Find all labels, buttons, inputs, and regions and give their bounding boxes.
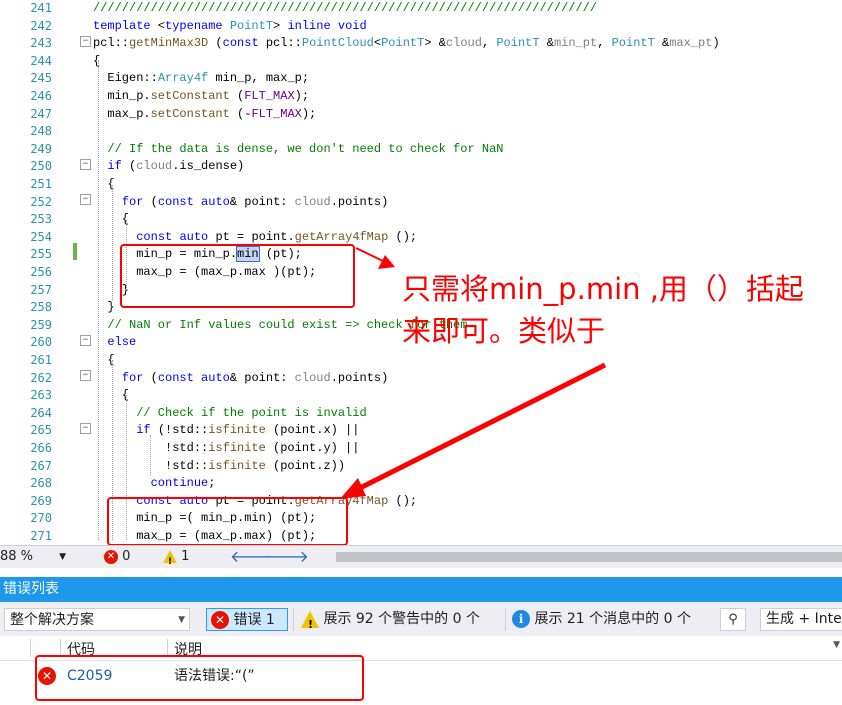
messages-filter-label: 展示 21 个消息中的 0 个 xyxy=(534,611,691,627)
error-list-grid: 代码 说明 ▼ ✕ C2059 语法错误:“(” xyxy=(0,636,842,705)
editor-status-bar: 88 % ▼ ✕ 0 ! 1 🡐 🡒 xyxy=(0,545,842,568)
error-list-toolbar: 整个解决方案 ▼ ✕ 错误 1 ! 展示 92 个警告中的 0 个 i 展示 2… xyxy=(0,602,842,636)
error-list-title: 错误列表 xyxy=(3,581,59,597)
build-intellisense-dropdown[interactable]: 生成 + IntelliSense xyxy=(760,608,842,631)
error-list-title-bar: 错误列表 xyxy=(0,577,842,602)
zoom-dropdown[interactable]: 88 % ▼ xyxy=(0,546,70,568)
error-count: 0 xyxy=(122,549,131,564)
warning-icon: ! xyxy=(163,550,177,567)
arrow-to-bottom-box xyxy=(340,362,607,499)
horizontal-scrollbar[interactable] xyxy=(336,552,842,562)
code-editor[interactable]: 241/////////////////////////////////////… xyxy=(0,0,842,545)
build-filter-value: 生成 + IntelliSense xyxy=(766,611,842,627)
scope-value: 整个解决方案 xyxy=(10,612,94,628)
errors-filter-label: 错误 1 xyxy=(233,612,275,628)
chevron-down-icon: ▼ xyxy=(59,552,66,562)
errors-filter-button[interactable]: ✕ 错误 1 xyxy=(206,608,288,631)
warning-count-indicator[interactable]: ! 1 xyxy=(163,546,189,568)
next-issue-arrow-icon[interactable]: 🡒 xyxy=(266,546,309,568)
info-icon: i xyxy=(512,610,530,628)
toolbar-divider xyxy=(505,608,506,631)
error-icon: ✕ xyxy=(104,549,118,564)
error-icon: ✕ xyxy=(211,611,229,629)
chevron-down-icon: ▼ xyxy=(833,640,840,650)
clear-filter-icon[interactable]: ⚲ xyxy=(720,608,746,631)
warning-icon: ! xyxy=(301,610,319,631)
warning-count: 1 xyxy=(181,549,190,564)
chevron-down-icon: ▼ xyxy=(178,615,185,625)
scope-dropdown[interactable]: 整个解决方案 ▼ xyxy=(4,608,190,631)
highlight-box-error xyxy=(35,655,364,701)
arrow-to-annotation xyxy=(355,247,395,269)
error-count-indicator[interactable]: ✕ 0 xyxy=(104,546,130,568)
toolbar-divider xyxy=(293,608,294,631)
warnings-filter-button[interactable]: ! 展示 92 个警告中的 0 个 xyxy=(301,608,480,631)
messages-filter-button[interactable]: i 展示 21 个消息中的 0 个 xyxy=(512,608,691,631)
annotation-text: 只需将min_p.min ,用（）括起来即可。类似于 xyxy=(402,272,804,348)
zoom-level: 88 % xyxy=(0,549,34,564)
warnings-filter-label: 展示 92 个警告中的 0 个 xyxy=(323,611,480,627)
column-divider[interactable] xyxy=(30,639,31,657)
